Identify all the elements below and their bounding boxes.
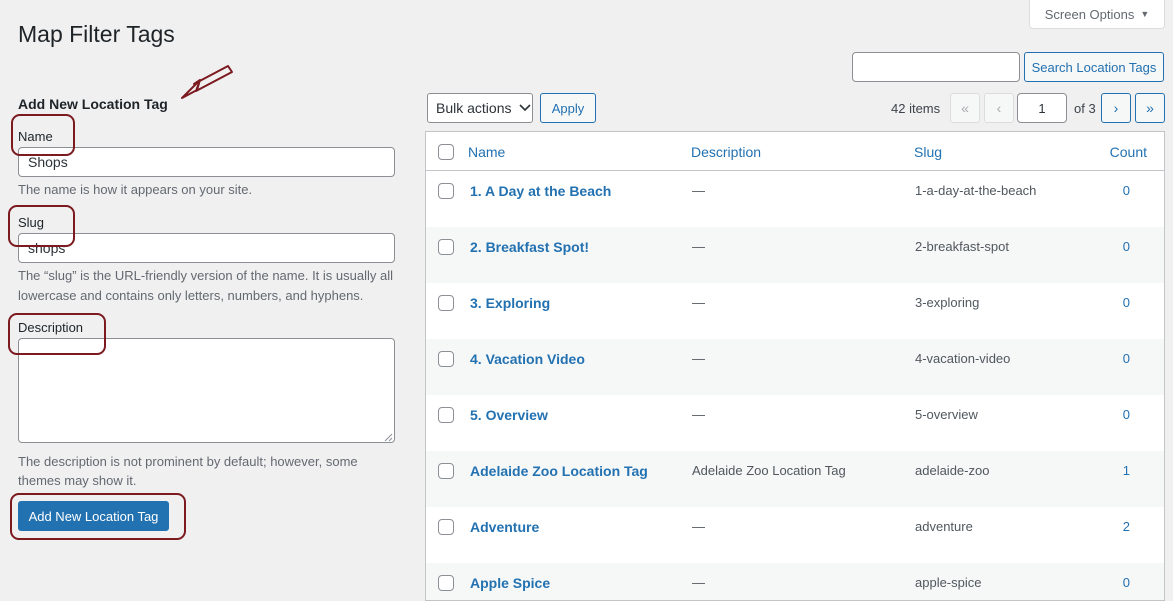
bulk-actions-value: Bulk actions (436, 100, 512, 116)
form-heading: Add New Location Tag (18, 96, 168, 112)
bulk-actions-select[interactable]: Bulk actions (427, 93, 533, 123)
tag-name-link[interactable]: 5. Overview (470, 407, 548, 423)
tag-slug: 1-a-day-at-the-beach (915, 183, 1037, 198)
row-checkbox[interactable] (438, 239, 454, 255)
tag-description: — (692, 407, 705, 422)
table-row: 1. A Day at the Beach — 1-a-day-at-the-bea… (426, 171, 1164, 227)
caret-down-icon: ▼ (1140, 9, 1150, 19)
tag-count-link[interactable]: 0 (1123, 295, 1130, 310)
tag-count-link[interactable]: 0 (1123, 239, 1130, 254)
tag-count-link[interactable]: 0 (1123, 183, 1130, 198)
current-page-input[interactable]: 1 (1017, 93, 1067, 123)
tag-description: — (692, 239, 705, 254)
tag-description: — (692, 295, 705, 310)
tag-description: — (692, 519, 705, 534)
resize-handle-icon[interactable] (383, 432, 393, 442)
tag-count-link[interactable]: 2 (1123, 519, 1130, 534)
row-checkbox[interactable] (438, 183, 454, 199)
description-help-line-2: themes may show it. (18, 473, 137, 488)
column-header-description[interactable]: Description (691, 144, 761, 160)
table-row: Adelaide Zoo Location Tag Adelaide Zoo Lo… (426, 451, 1164, 507)
table-body: 1. A Day at the Beach — 1-a-day-at-the-bea… (426, 171, 1164, 600)
screen-options-label: Screen Options (1044, 6, 1135, 22)
screen-options-button[interactable]: Screen Options ▼ (1029, 0, 1165, 29)
tag-name-link[interactable]: 1. A Day at the Beach (470, 183, 611, 199)
tag-slug: 2-breakfast-spot (915, 239, 1009, 254)
table-row: 2. Breakfast Spot! — 2-breakfast-spot 0 (426, 227, 1164, 283)
description-help-line-1: The description is not prominent by defa… (18, 454, 358, 469)
tag-description: Adelaide Zoo Location Tag (692, 463, 846, 478)
annotation-box-description (8, 313, 106, 355)
tag-description: — (692, 575, 705, 590)
column-header-name[interactable]: Name (468, 144, 505, 160)
items-count: 42 items (891, 101, 941, 116)
tag-name-link[interactable]: 2. Breakfast Spot! (470, 239, 589, 255)
tag-slug: apple-spice (915, 575, 982, 590)
annotation-arrow-icon (181, 65, 233, 99)
last-page-button[interactable]: » (1135, 93, 1165, 123)
tag-name-link[interactable]: 4. Vacation Video (470, 351, 585, 367)
column-header-count[interactable]: Count (1110, 144, 1147, 160)
table-row: Apple Spice — apple-spice 0 (426, 563, 1164, 600)
tag-description: — (692, 351, 705, 366)
slug-help-line-1: The “slug” is the URL-friendly version o… (18, 268, 393, 283)
tag-description: — (692, 183, 705, 198)
total-pages: of 3 (1074, 101, 1096, 116)
next-page-button[interactable]: › (1101, 93, 1131, 123)
page-title: Map Filter Tags (18, 21, 175, 47)
annotation-box-submit (10, 493, 186, 540)
apply-button[interactable]: Apply (540, 93, 596, 123)
tag-slug: 3-exploring (915, 295, 980, 310)
tag-slug: adventure (915, 519, 973, 534)
tag-name-link[interactable]: 3. Exploring (470, 295, 550, 311)
table-row: 4. Vacation Video — 4-vacation-video 0 (426, 339, 1164, 395)
tag-count-link[interactable]: 0 (1123, 351, 1130, 366)
select-all-checkbox[interactable] (438, 144, 454, 160)
tag-count-link[interactable]: 0 (1123, 575, 1130, 590)
tag-name-link[interactable]: Adventure (470, 519, 539, 535)
name-field[interactable]: Shops (18, 147, 395, 177)
row-checkbox[interactable] (438, 463, 454, 479)
tag-count-link[interactable]: 1 (1123, 463, 1130, 478)
tag-slug: 4-vacation-video (915, 351, 1011, 366)
row-checkbox[interactable] (438, 519, 454, 535)
annotation-box-name (11, 114, 75, 156)
first-page-button[interactable]: « (950, 93, 980, 123)
tag-slug: adelaide-zoo (915, 463, 990, 478)
row-checkbox[interactable] (438, 407, 454, 423)
annotation-box-slug (8, 205, 75, 247)
location-tags-table: Name Description Slug Count 1. A Day at … (425, 131, 1165, 601)
search-input[interactable] (852, 52, 1020, 82)
row-checkbox[interactable] (438, 295, 454, 311)
chevron-down-icon (519, 104, 532, 112)
slug-help-line-2: lowercase and contains only letters, num… (18, 288, 364, 303)
table-row: 5. Overview — 5-overview 0 (426, 395, 1164, 451)
name-help: The name is how it appears on your site. (18, 182, 253, 197)
search-location-tags-button[interactable]: Search Location Tags (1024, 52, 1164, 82)
table-row: 3. Exploring — 3-exploring 0 (426, 283, 1164, 339)
table-row: Adventure — adventure 2 (426, 507, 1164, 563)
column-header-slug[interactable]: Slug (914, 144, 942, 160)
table-header: Name Description Slug Count (426, 132, 1164, 171)
tag-name-link[interactable]: Adelaide Zoo Location Tag (470, 463, 648, 479)
row-checkbox[interactable] (438, 351, 454, 367)
tag-count-link[interactable]: 0 (1123, 407, 1130, 422)
tag-slug: 5-overview (915, 407, 978, 422)
prev-page-button[interactable]: ‹ (984, 93, 1014, 123)
